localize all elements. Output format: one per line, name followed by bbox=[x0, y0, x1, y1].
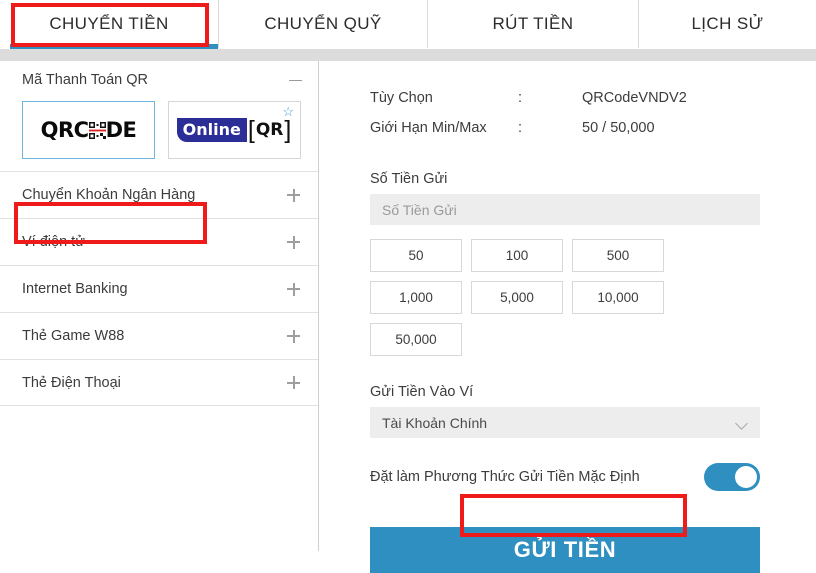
sidebar-item-label: Internet Banking bbox=[22, 281, 128, 297]
tab-rut-tien[interactable]: RÚT TIỀN bbox=[428, 0, 639, 48]
quick-amount-grid: 50 100 500 1,000 5,000 10,000 50,000 bbox=[370, 239, 762, 356]
quick-amount-button[interactable]: 50 bbox=[370, 239, 462, 272]
onlineqr-logo-text: Online bbox=[176, 118, 247, 142]
sidebar-item-label: Thẻ Điện Thoại bbox=[22, 374, 121, 391]
amount-field-label: Số Tiền Gửi bbox=[370, 171, 448, 187]
info-value: 50 / 50,000 bbox=[582, 120, 655, 136]
default-method-label: Đặt làm Phương Thức Gửi Tiền Mặc Định bbox=[370, 469, 640, 485]
sidebar-item-label: Chuyển Khoản Ngân Hàng bbox=[22, 187, 196, 203]
quick-amount-button[interactable]: 5,000 bbox=[471, 281, 563, 314]
tab-chuyen-tien[interactable]: CHUYỂN TIỀN bbox=[0, 0, 219, 48]
quick-amount-button[interactable]: 500 bbox=[572, 239, 664, 272]
bracket-left: [ bbox=[247, 115, 255, 144]
quick-amount-button[interactable]: 100 bbox=[471, 239, 563, 272]
sidebar-item-phone-card[interactable]: Thẻ Điện Thoại bbox=[0, 359, 318, 406]
tab-label: CHUYỂN TIỀN bbox=[49, 14, 169, 33]
info-label: Tùy Chọn bbox=[370, 90, 433, 106]
submit-deposit-button[interactable]: GỬI TIỀN bbox=[370, 527, 760, 573]
quick-amount-button[interactable]: 10,000 bbox=[572, 281, 664, 314]
plus-icon[interactable] bbox=[287, 188, 300, 202]
quick-amount-button[interactable]: 1,000 bbox=[370, 281, 462, 314]
sidebar-item-ewallet[interactable]: Ví điện tử bbox=[0, 218, 318, 265]
wallet-selected-value: Tài Khoản Chính bbox=[382, 414, 488, 431]
sidebar-item-game-card[interactable]: Thẻ Game W88 bbox=[0, 312, 318, 359]
tab-label: CHUYỂN QUỸ bbox=[264, 14, 382, 33]
info-separator: : bbox=[518, 90, 523, 106]
plus-icon[interactable] bbox=[287, 376, 300, 389]
favorite-star-icon[interactable]: ☆ bbox=[282, 105, 294, 118]
info-row-limit: Giới Hạn Min/Max : 50 / 50,000 bbox=[318, 113, 816, 143]
qr-option-qrcode[interactable]: QRC DE bbox=[22, 101, 155, 159]
sidebar-item-internet-banking[interactable]: Internet Banking bbox=[0, 265, 318, 312]
info-label: Giới Hạn Min/Max bbox=[370, 120, 487, 136]
qr-section-title: Mã Thanh Toán QR bbox=[22, 72, 149, 88]
qr-section-header[interactable]: Mã Thanh Toán QR bbox=[0, 61, 318, 99]
info-separator: : bbox=[518, 120, 523, 136]
plus-icon[interactable] bbox=[287, 282, 300, 296]
tab-lich-su[interactable]: LỊCH SỬ bbox=[639, 0, 816, 48]
sidebar-item-label: Ví điện tử bbox=[22, 234, 85, 250]
info-value: QRCodeVNDV2 bbox=[582, 90, 687, 106]
onlineqr-logo-qr: QR bbox=[255, 120, 284, 140]
payment-method-sidebar: Mã Thanh Toán QR QRC DE ☆ Online [QR] … bbox=[0, 61, 318, 406]
sidebar-item-label: Thẻ Game W88 bbox=[22, 328, 125, 344]
payment-method-list: Chuyển Khoản Ngân Hàng Ví điện tử Intern… bbox=[0, 171, 318, 406]
toggle-knob bbox=[735, 466, 757, 488]
default-method-toggle[interactable] bbox=[704, 463, 760, 491]
wallet-select[interactable]: Tài Khoản Chính bbox=[370, 407, 760, 438]
plus-icon[interactable] bbox=[287, 235, 300, 249]
tab-label: LỊCH SỬ bbox=[691, 14, 764, 33]
qrcode-logo: QRC DE bbox=[41, 118, 137, 142]
quick-amount-button[interactable]: 50,000 bbox=[370, 323, 462, 356]
tab-bar: CHUYỂN TIỀN CHUYỂN QUỸ RÚT TIỀN LỊCH SỬ bbox=[0, 0, 816, 48]
header-divider-band bbox=[0, 49, 816, 61]
qr-matrix-icon bbox=[88, 121, 106, 139]
qrcode-logo-text-right: DE bbox=[105, 118, 137, 142]
default-method-row: Đặt làm Phương Thức Gửi Tiền Mặc Định bbox=[370, 463, 760, 491]
deposit-form-panel: Tùy Chọn : QRCodeVNDV2 Giới Hạn Min/Max … bbox=[318, 61, 816, 573]
qr-logo-list: QRC DE ☆ Online [QR] bbox=[0, 99, 318, 159]
onlineqr-logo: Online [ QR ] bbox=[176, 115, 293, 144]
qrcode-logo-text-left: QRC bbox=[40, 118, 89, 142]
amount-input[interactable] bbox=[370, 194, 760, 225]
tab-label: RÚT TIỀN bbox=[492, 14, 574, 33]
info-row-option: Tùy Chọn : QRCodeVNDV2 bbox=[318, 83, 816, 113]
sidebar-item-bank-transfer[interactable]: Chuyển Khoản Ngân Hàng bbox=[0, 171, 318, 218]
bracket-right: ] bbox=[284, 115, 292, 144]
plus-icon[interactable] bbox=[287, 329, 300, 343]
minus-icon[interactable] bbox=[289, 74, 302, 87]
wallet-field-label: Gửi Tiền Vào Ví bbox=[370, 384, 474, 400]
qr-option-onlineqr[interactable]: ☆ Online [ QR ] bbox=[168, 101, 301, 159]
chevron-down-icon bbox=[736, 419, 748, 426]
content-area: Mã Thanh Toán QR QRC DE ☆ Online [QR] … bbox=[0, 61, 816, 573]
tab-chuyen-quy[interactable]: CHUYỂN QUỸ bbox=[219, 0, 428, 48]
